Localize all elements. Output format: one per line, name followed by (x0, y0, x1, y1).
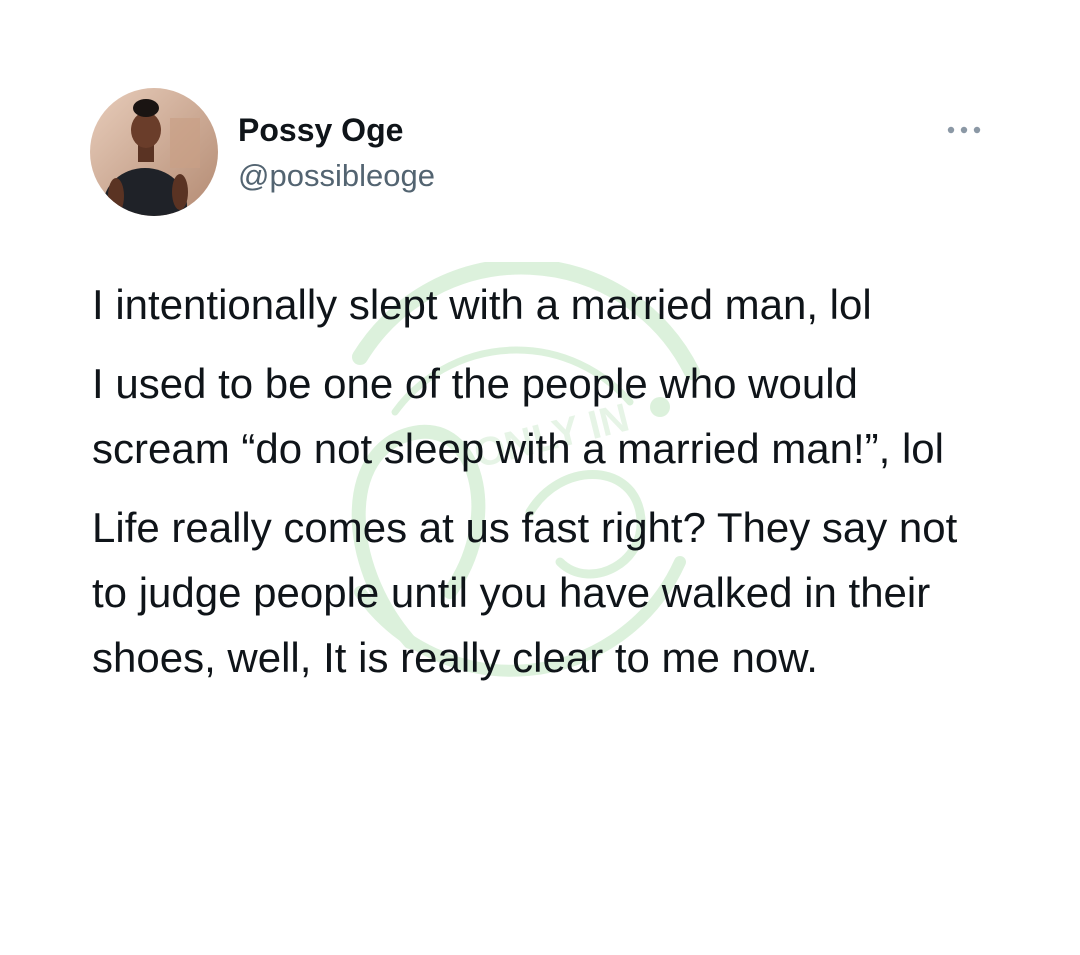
more-options-button[interactable] (942, 118, 986, 142)
tweet-screenshot: ONLY IN Possy Oge @possibleoge I intenti… (0, 0, 1080, 955)
tweet-text: I intentionally slept with a married man… (92, 272, 1002, 704)
tweet-paragraph-3: Life really comes at us fast right? They… (92, 504, 958, 681)
tweet-paragraph-2: I used to be one of the people who would… (92, 360, 944, 472)
user-handle[interactable]: @possibleoge (238, 156, 435, 196)
author-names: Possy Oge @possibleoge (238, 110, 435, 196)
avatar[interactable] (90, 88, 218, 216)
tweet-header: Possy Oge @possibleoge (90, 88, 990, 218)
tweet-paragraph-1: I intentionally slept with a married man… (92, 281, 872, 328)
profile-photo-icon (90, 88, 218, 216)
display-name[interactable]: Possy Oge (238, 110, 435, 150)
more-horizontal-icon (947, 126, 981, 134)
